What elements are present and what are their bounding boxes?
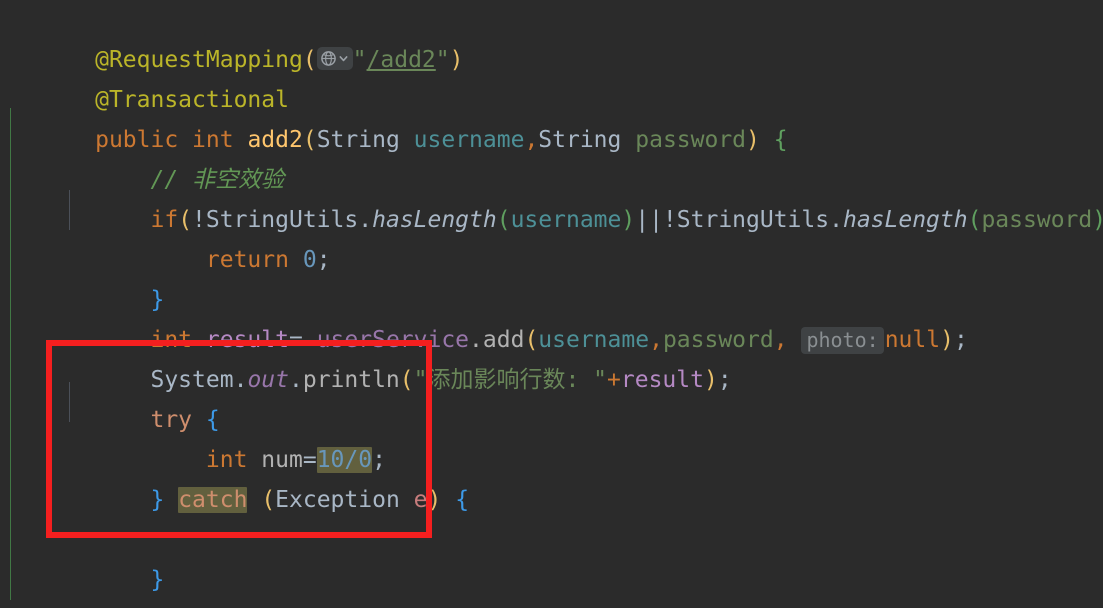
code-line-15[interactable]: return result;: [0, 560, 1103, 608]
code-line-11[interactable]: int num=10/0;: [0, 400, 1103, 473]
code-line-12[interactable]: } catch (Exception e) {: [0, 440, 1103, 513]
code-line-14[interactable]: }: [0, 520, 1103, 593]
code-line-5[interactable]: if(!StringUtils.hasLength(username)||!St…: [0, 160, 1103, 233]
code-line-6[interactable]: return 0;: [0, 200, 1103, 273]
code-line-4[interactable]: // 非空效验: [0, 120, 1103, 193]
code-line-10[interactable]: try {: [0, 360, 1103, 433]
code-line-16[interactable]: }: [0, 600, 1103, 608]
code-editor[interactable]: @RequestMapping("/add2") @Transactional …: [0, 0, 1103, 608]
code-line-13[interactable]: [0, 480, 1103, 520]
code-line-8[interactable]: int result= userService.add(username,pas…: [0, 280, 1103, 354]
code-line-1[interactable]: @RequestMapping("/add2"): [0, 0, 1103, 73]
code-line-7[interactable]: }: [0, 240, 1103, 313]
code-line-9[interactable]: System.out.println("添加影响行数: "+result);: [0, 320, 1103, 393]
code-line-3[interactable]: public int add2(String username,String p…: [0, 80, 1103, 153]
code-line-2[interactable]: @Transactional: [0, 40, 1103, 113]
code-lines: @RequestMapping("/add2") @Transactional …: [0, 0, 1103, 608]
